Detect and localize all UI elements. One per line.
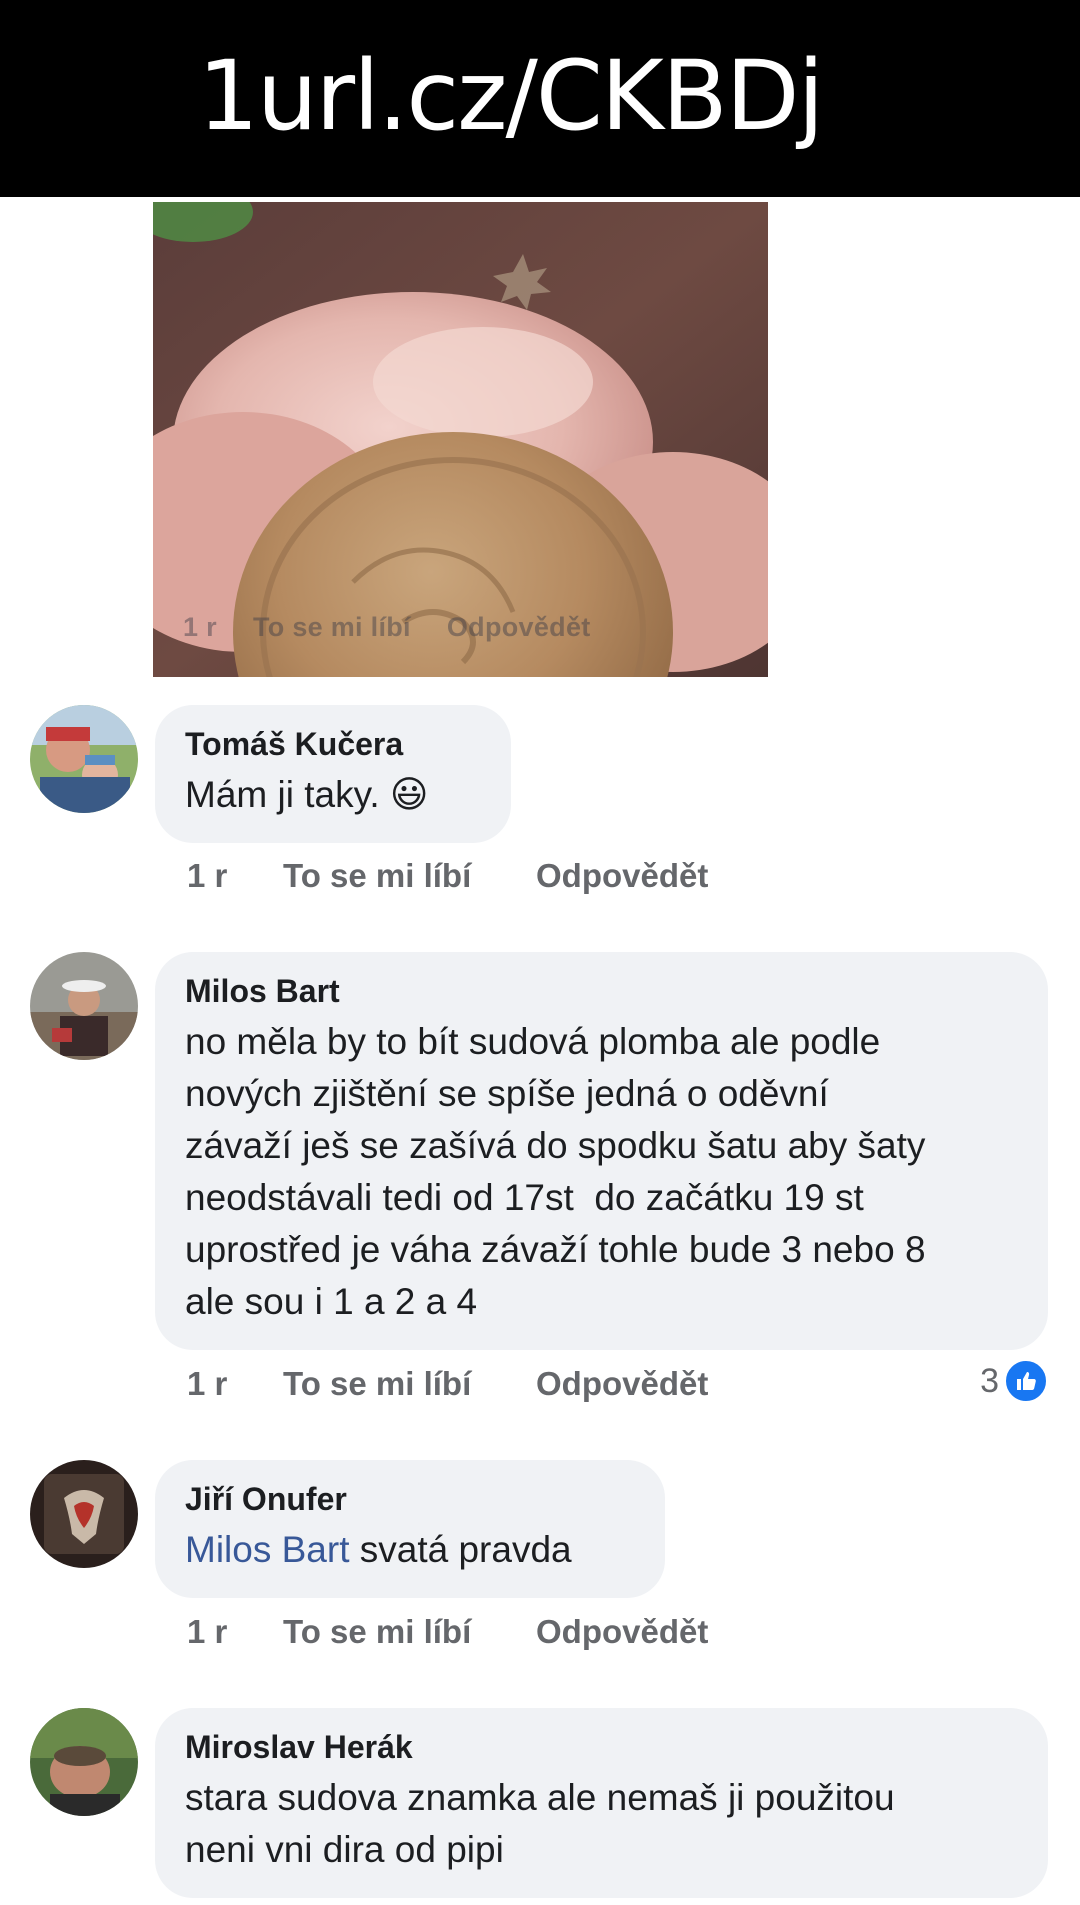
reaction-count: 3 [980, 1361, 999, 1400]
comment-author[interactable]: Miroslav Herák [185, 1728, 1018, 1766]
comment-bubble: Miroslav Herák stara sudova znamka ale n… [155, 1708, 1048, 1898]
thumbs-up-icon [1003, 1358, 1049, 1404]
comment-text: stara sudova znamka ale nemaš ji použito… [185, 1777, 895, 1870]
comment-bubble: Tomáš Kučera Mám ji taky. 😃 [155, 705, 511, 843]
comment-actions: 1 r To se mi líbí Odpovědět [187, 1364, 708, 1404]
like-button[interactable]: To se mi líbí [283, 856, 536, 896]
photo-overlay-meta: 1 r To se mi líbí Odpovědět [183, 612, 627, 643]
comment-author[interactable]: Jiří Onufer [185, 1480, 635, 1518]
mention-link[interactable]: Milos Bart [185, 1529, 349, 1570]
like-button[interactable]: To se mi líbí [283, 1612, 536, 1652]
comment-bubble: Milos Bart no měla by to bít sudová plom… [155, 952, 1048, 1350]
comment-author[interactable]: Milos Bart [185, 972, 1018, 1010]
avatar[interactable] [30, 1460, 138, 1568]
reply-button[interactable]: Odpovědět [536, 1613, 708, 1650]
coin-photo[interactable] [153, 202, 768, 677]
photo-overlay-reply: Odpovědět [446, 612, 591, 642]
reaction-summary[interactable]: 3 [980, 1358, 1049, 1404]
comment-age[interactable]: 1 r [187, 856, 283, 896]
comment-bubble: Jiří Onufer Milos Bart svatá pravda [155, 1460, 665, 1598]
url-banner: 1url.cz/CKBDj [0, 0, 1080, 197]
photo-overlay-like: To se mi líbí [252, 612, 411, 642]
comment-age[interactable]: 1 r [187, 1612, 283, 1652]
reply-button[interactable]: Odpovědět [536, 1365, 708, 1402]
comment-text: no měla by to bít sudová plomba ale podl… [185, 1021, 926, 1322]
banner-url-text: 1url.cz/CKBDj [197, 39, 825, 152]
comment-text: Milos Bart svatá pravda [185, 1524, 635, 1576]
avatar[interactable] [30, 705, 138, 813]
comment-text: Mám ji taky. 😃 [185, 774, 429, 815]
like-button[interactable]: To se mi líbí [283, 1364, 536, 1404]
avatar[interactable] [30, 952, 138, 1060]
reply-button[interactable]: Odpovědět [536, 857, 708, 894]
photo-overlay-age: 1 r [183, 612, 217, 642]
comment-author[interactable]: Tomáš Kučera [185, 725, 481, 763]
comment-text-body: svatá pravda [349, 1529, 572, 1570]
comment-actions: 1 r To se mi líbí Odpovědět [187, 1612, 708, 1652]
avatar[interactable] [30, 1708, 138, 1816]
comment-actions: 1 r To se mi líbí Odpovědět [187, 856, 708, 896]
comment-age[interactable]: 1 r [187, 1364, 283, 1404]
